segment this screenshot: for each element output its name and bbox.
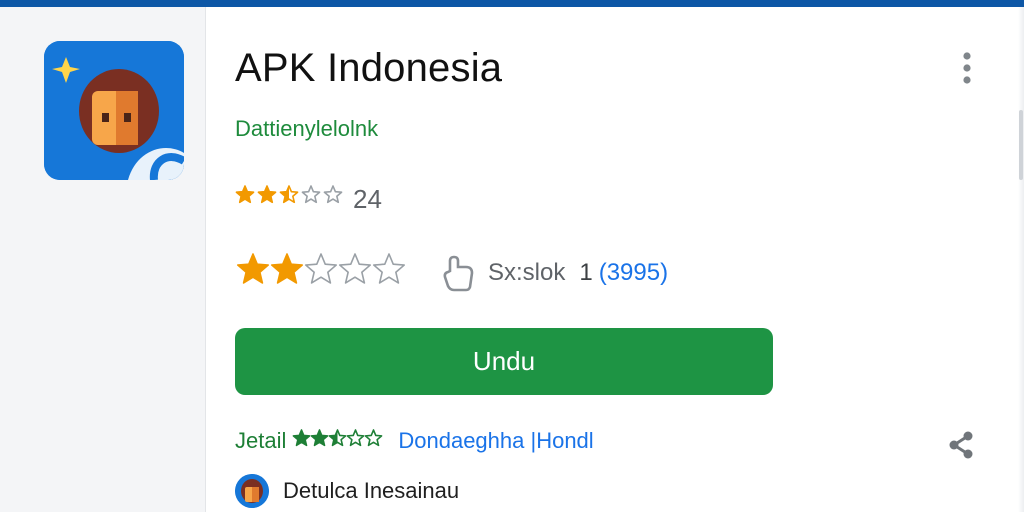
star-icon: [323, 184, 343, 203]
developer-link[interactable]: Dattienylelolnk: [235, 116, 378, 142]
rating-primary: 24: [235, 184, 382, 215]
rating-value: 24: [353, 184, 382, 214]
install-detail-link[interactable]: (3995): [599, 259, 668, 287]
star-icon: [270, 253, 304, 284]
download-button[interactable]: Undu: [235, 328, 773, 395]
rating-stars-secondary[interactable]: [236, 253, 412, 293]
detail-link[interactable]: Dondaeghha |Hondl: [398, 428, 593, 454]
star-icon: [304, 253, 338, 284]
star-icon: [372, 253, 406, 284]
star-icon: [301, 184, 321, 203]
star-icon: [292, 429, 311, 447]
star-icon: [257, 184, 277, 203]
detail-stars: [292, 429, 383, 447]
star-icon: [364, 429, 383, 447]
install-label: Sx:slok: [488, 259, 566, 286]
top-bar: [0, 0, 1024, 7]
star-icon: [279, 184, 299, 203]
rating-secondary: Sx:slok 1 (3995): [236, 253, 668, 293]
app-icon[interactable]: [44, 41, 184, 180]
avatar-icon[interactable]: [235, 474, 269, 508]
footer-text: Detulca Inesainau: [283, 478, 460, 503]
star-icon: [338, 253, 372, 284]
star-icon: [236, 253, 270, 284]
footer-row: Detulca Inesainau: [235, 474, 459, 508]
scroll-thumb[interactable]: [1019, 110, 1023, 180]
more-vertical-icon[interactable]: [955, 48, 979, 88]
star-icon: [328, 429, 347, 447]
detail-label: Jetail: [235, 428, 287, 453]
hand-icon: [443, 255, 474, 292]
rating-stars-primary: [235, 184, 343, 203]
scroll-track: [1018, 7, 1024, 512]
detail-row: Jetail Dondaeghha |Hondl: [235, 428, 594, 454]
star-icon: [346, 429, 365, 447]
app-title: APK Indonesia: [235, 46, 503, 90]
install-count: 1: [579, 259, 593, 286]
share-icon[interactable]: [946, 430, 976, 460]
star-icon: [310, 429, 329, 447]
star-icon: [235, 184, 255, 203]
